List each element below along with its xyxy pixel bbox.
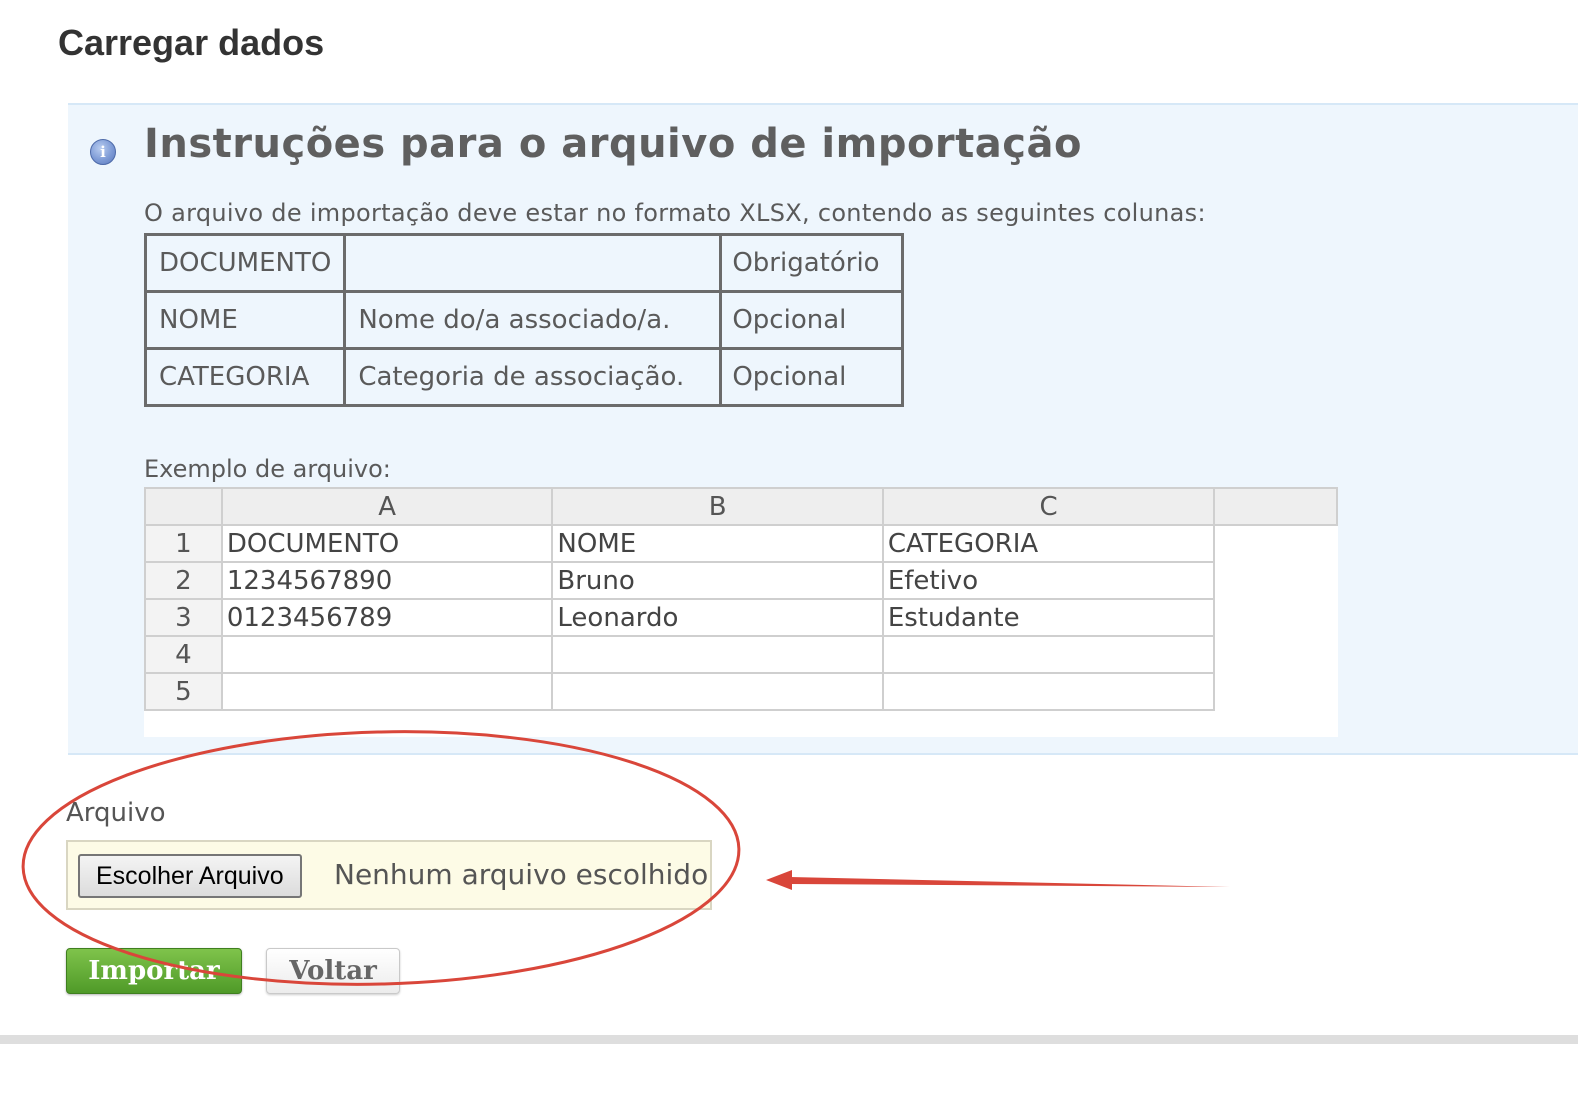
example-spreadsheet: A B C 1 DOCUMENTO NOME CATEGORIA 2 12345… <box>144 487 1338 737</box>
sheet-row-number: 5 <box>144 672 223 711</box>
example-sheet-grid: A B C 1 DOCUMENTO NOME CATEGORIA 2 12345… <box>144 487 1338 711</box>
column-name: DOCUMENTO <box>143 233 347 293</box>
sheet-blank <box>1214 636 1337 673</box>
columns-table: DOCUMENTO Obrigatório NOME Nome do/a ass… <box>143 233 905 407</box>
sheet-col-header: C <box>881 487 1216 526</box>
file-field-label: Arquivo <box>66 798 166 828</box>
column-description: Nome do/a associado/a. <box>343 290 723 350</box>
sheet-cell: 1234567890 <box>220 561 554 600</box>
sheet-row: 2 1234567890 Bruno Efetivo <box>144 561 1337 600</box>
import-button[interactable]: Importar <box>66 948 242 994</box>
sheet-cell: Bruno <box>551 561 884 600</box>
info-icon: i <box>90 139 116 165</box>
columns-row: NOME Nome do/a associado/a. Opcional <box>143 290 905 350</box>
column-description <box>343 233 723 293</box>
sheet-col-header: A <box>220 487 554 526</box>
instructions-text: O arquivo de importação deve estar no fo… <box>144 199 1206 227</box>
sheet-cell <box>881 635 1216 674</box>
sheet-row-number: 3 <box>144 598 223 637</box>
sheet-row: 4 <box>144 635 1337 674</box>
sheet-cell: Leonardo <box>551 598 884 637</box>
sheet-blank <box>1214 673 1337 710</box>
sheet-blank <box>1214 599 1337 636</box>
sheet-cell: CATEGORIA <box>881 524 1216 563</box>
sheet-cell <box>220 672 554 711</box>
annotation-arrow-shaft <box>790 877 1230 887</box>
annotation-arrow-head <box>766 870 792 890</box>
sheet-row-number: 2 <box>144 561 223 600</box>
instructions-panel: i Instruções para o arquivo de importaçã… <box>68 103 1578 755</box>
page-title: Carregar dados <box>58 22 325 63</box>
column-requirement: Opcional <box>719 290 905 350</box>
sheet-row-number: 4 <box>144 635 223 674</box>
choose-file-button[interactable]: Escolher Arquivo <box>78 854 302 898</box>
sheet-cell: 0123456789 <box>220 598 554 637</box>
sheet-row-number: 1 <box>144 524 223 563</box>
sheet-row: 1 DOCUMENTO NOME CATEGORIA <box>144 524 1337 563</box>
columns-row: CATEGORIA Categoria de associação. Opcio… <box>143 347 905 407</box>
sheet-blank <box>1214 525 1337 562</box>
sheet-blank <box>1214 562 1337 599</box>
example-label: Exemplo de arquivo: <box>144 455 391 483</box>
file-input[interactable]: Escolher Arquivo Nenhum arquivo escolhid… <box>66 840 712 910</box>
sheet-cell <box>551 635 884 674</box>
sheet-cell <box>551 672 884 711</box>
sheet-header-row: A B C <box>144 487 1338 526</box>
footer-divider <box>0 1035 1578 1044</box>
sheet-col-header: B <box>551 487 884 526</box>
column-name: NOME <box>143 290 347 350</box>
instructions-heading: Instruções para o arquivo de importação <box>144 121 1082 167</box>
column-description: Categoria de associação. <box>343 347 723 407</box>
sheet-cell: NOME <box>551 524 884 563</box>
sheet-corner <box>144 487 223 526</box>
back-button[interactable]: Voltar <box>266 948 400 994</box>
sheet-row: 5 <box>144 672 1337 711</box>
sheet-cell: Efetivo <box>881 561 1216 600</box>
sheet-col-header-blank <box>1213 487 1338 526</box>
columns-row: DOCUMENTO Obrigatório <box>143 233 905 293</box>
column-requirement: Opcional <box>719 347 905 407</box>
sheet-cell: DOCUMENTO <box>220 524 554 563</box>
sheet-cell <box>881 672 1216 711</box>
sheet-cell: Estudante <box>881 598 1216 637</box>
file-status-text: Nenhum arquivo escolhido <box>334 858 709 891</box>
column-name: CATEGORIA <box>143 347 347 407</box>
sheet-row: 3 0123456789 Leonardo Estudante <box>144 598 1337 637</box>
column-requirement: Obrigatório <box>719 233 905 293</box>
sheet-cell <box>220 635 554 674</box>
